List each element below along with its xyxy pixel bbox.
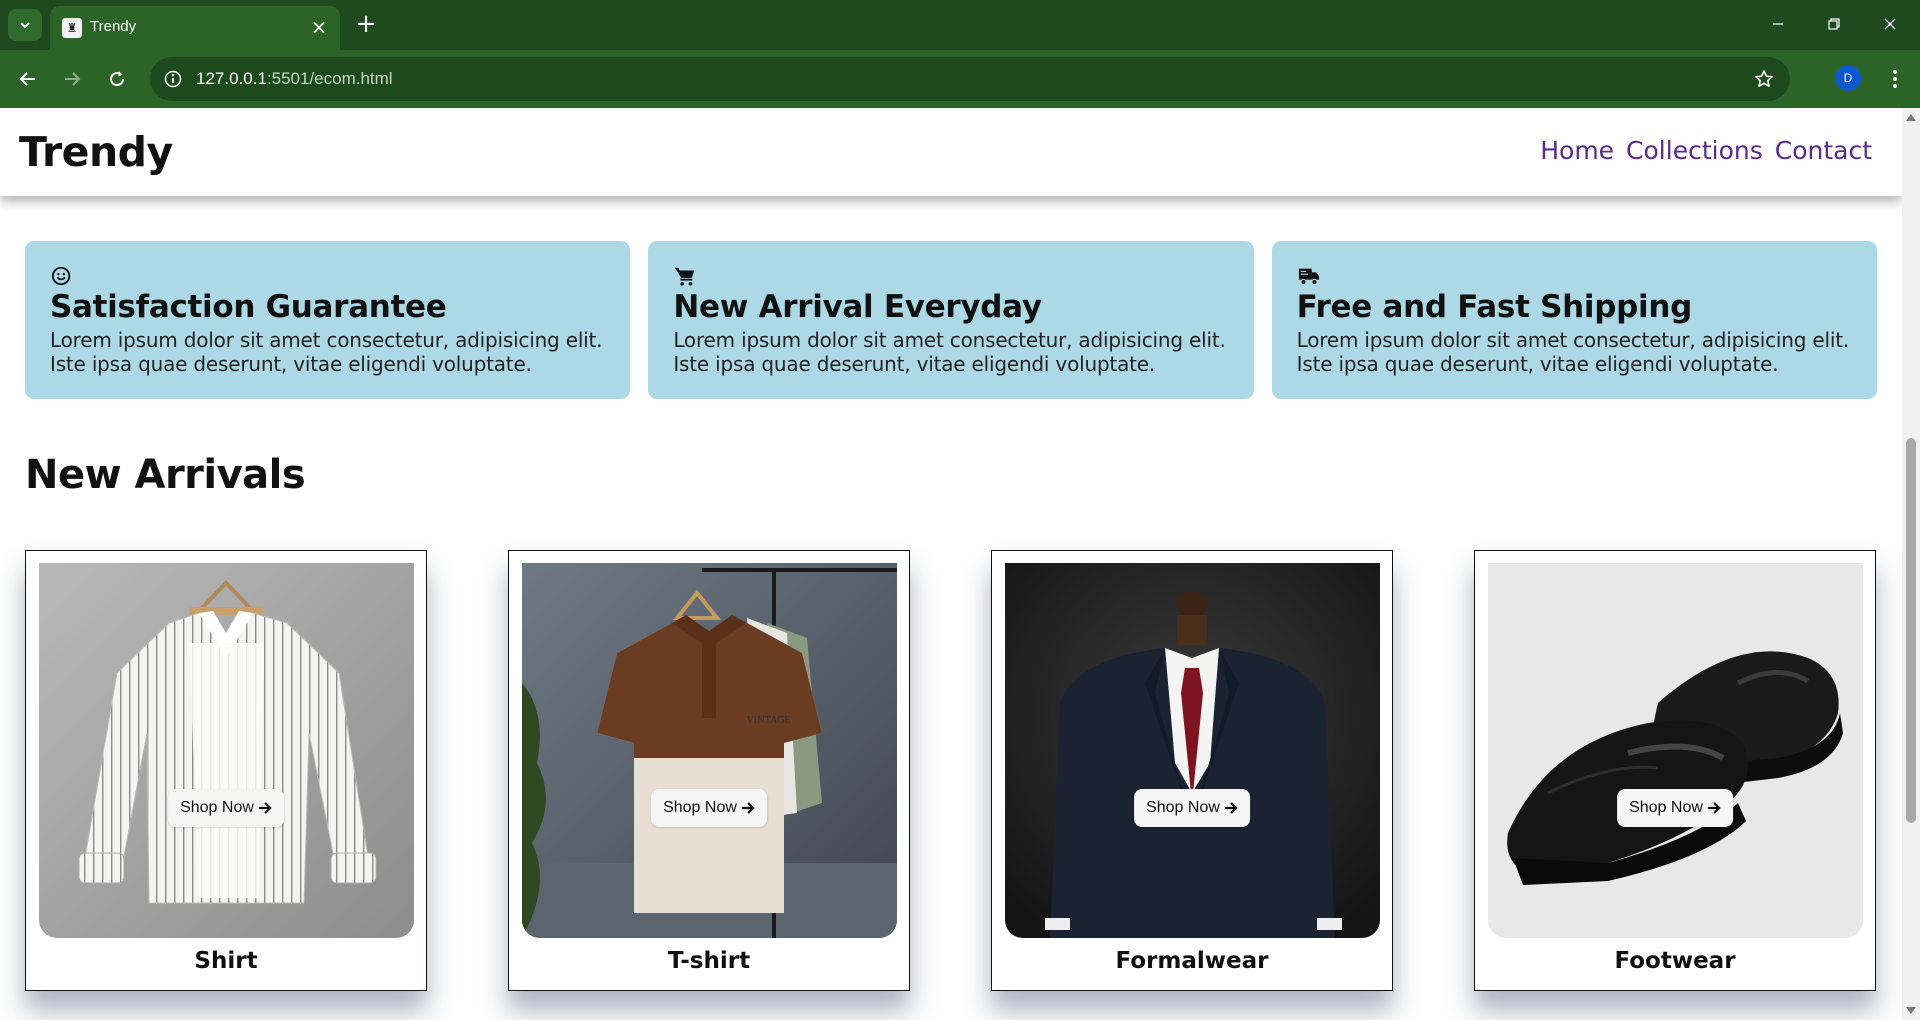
smiley-icon <box>51 266 71 286</box>
new-tab-button[interactable]: + <box>352 10 380 38</box>
minimize-icon <box>1773 23 1783 25</box>
new-arrivals-heading: New Arrivals <box>25 452 306 498</box>
feature-card-satisfaction: Satisfaction Guarantee Lorem ipsum dolor… <box>25 241 631 399</box>
product-name: Formalwear <box>1115 948 1269 974</box>
arrow-right-icon <box>1224 802 1238 814</box>
feature-title: New Arrival Everyday <box>673 289 1042 325</box>
shop-now-button[interactable]: Shop Now <box>1134 789 1250 827</box>
svg-text:VINTAGE: VINTAGE <box>746 716 791 726</box>
arrow-right-icon <box>258 802 272 814</box>
site-header: Trendy Home Collections Contact <box>0 108 1902 196</box>
minimize-button[interactable] <box>1758 8 1798 40</box>
forward-button[interactable] <box>56 63 88 95</box>
restore-icon <box>1828 18 1840 30</box>
page-scrollbar[interactable] <box>1902 108 1920 1020</box>
tab-title: Trendy <box>90 18 137 35</box>
browser-menu-button[interactable] <box>1880 63 1910 95</box>
shop-now-button[interactable]: Shop Now <box>168 789 284 827</box>
product-card-tshirt[interactable]: VINTAGE Shop Now T-shirt <box>508 550 910 991</box>
url-path: :5501/ecom.html <box>266 69 393 88</box>
features-section: Satisfaction Guarantee Lorem ipsum dolor… <box>25 241 1877 399</box>
scrollbar-thumb[interactable] <box>1906 438 1916 823</box>
feature-text: Lorem ipsum dolor sit amet consectetur, … <box>50 328 603 376</box>
striped-shirt-image <box>39 563 414 938</box>
back-button[interactable] <box>12 63 44 95</box>
shop-now-label: Shop Now <box>1629 799 1703 816</box>
product-grid: Shop Now Shirt VINTAGE Shop Now T-shirt … <box>25 550 1877 1020</box>
restore-button[interactable] <box>1814 8 1854 40</box>
nav-link-home[interactable]: Home <box>1540 136 1614 165</box>
nav-link-contact[interactable]: Contact <box>1775 136 1872 165</box>
shop-now-label: Shop Now <box>1146 799 1220 816</box>
close-icon <box>1884 18 1896 30</box>
feature-card-new-arrival: New Arrival Everyday Lorem ipsum dolor s… <box>648 241 1254 399</box>
browser-toolbar: 127.0.0.1:5501/ecom.html D <box>0 50 1920 108</box>
arrow-right-icon <box>1707 802 1721 814</box>
product-name: T-shirt <box>667 948 751 974</box>
arrow-right-icon <box>65 72 81 86</box>
polo-tshirt-image: VINTAGE <box>522 563 897 938</box>
page-viewport: Trendy Home Collections Contact Satisfac… <box>0 108 1902 1020</box>
nav-link-collections[interactable]: Collections <box>1626 136 1763 165</box>
scroll-up-arrow-icon[interactable] <box>1906 114 1916 121</box>
product-card-footwear[interactable]: Shop Now Footwear <box>1474 550 1876 991</box>
scroll-down-arrow-icon[interactable] <box>1906 1007 1916 1014</box>
feature-title: Satisfaction Guarantee <box>50 289 447 325</box>
product-name: Shirt <box>194 948 258 974</box>
shop-now-button[interactable]: Shop Now <box>651 789 767 827</box>
reload-button[interactable] <box>101 63 133 95</box>
feature-title: Free and Fast Shipping <box>1296 289 1693 325</box>
close-window-button[interactable] <box>1870 8 1910 40</box>
url-host: 127.0.0.1 <box>196 69 267 88</box>
shop-now-label: Shop Now <box>663 799 737 816</box>
loafers-image <box>1488 563 1863 938</box>
shop-now-button[interactable]: Shop Now <box>1617 789 1733 827</box>
kebab-menu-icon <box>1893 70 1897 88</box>
url-text: 127.0.0.1:5501/ecom.html <box>196 69 393 89</box>
product-name: Footwear <box>1614 948 1736 974</box>
bookmark-star-icon[interactable] <box>1752 67 1776 91</box>
tab-search-button[interactable] <box>8 9 42 41</box>
cart-icon <box>675 267 695 286</box>
product-card-formalwear[interactable]: Shop Now Formalwear <box>991 550 1393 991</box>
profile-avatar[interactable]: D <box>1835 65 1861 91</box>
shop-now-label: Shop Now <box>180 799 254 816</box>
arrow-right-icon <box>741 802 755 814</box>
chevron-down-icon <box>20 22 30 29</box>
site-logo[interactable]: Trendy <box>19 128 173 176</box>
address-bar[interactable]: 127.0.0.1:5501/ecom.html <box>150 57 1790 101</box>
suit-image <box>1005 563 1380 938</box>
feature-text: Lorem ipsum dolor sit amet consectetur, … <box>673 328 1226 376</box>
favicon-icon: ♜ <box>62 18 82 38</box>
feature-card-shipping: Free and Fast Shipping Lorem ipsum dolor… <box>1271 241 1877 399</box>
close-tab-icon[interactable]: × <box>308 16 330 38</box>
site-info-icon[interactable] <box>162 68 184 90</box>
truck-icon <box>1298 268 1319 286</box>
reload-icon <box>110 71 125 87</box>
feature-text: Lorem ipsum dolor sit amet consectetur, … <box>1296 328 1850 376</box>
product-card-shirt[interactable]: Shop Now Shirt <box>25 550 427 991</box>
site-nav: Home Collections Contact <box>1540 136 1872 165</box>
browser-tab[interactable]: ♜ Trendy × <box>50 6 340 50</box>
browser-tab-strip: ♜ Trendy × + <box>0 0 1920 50</box>
arrow-left-icon <box>19 72 35 86</box>
